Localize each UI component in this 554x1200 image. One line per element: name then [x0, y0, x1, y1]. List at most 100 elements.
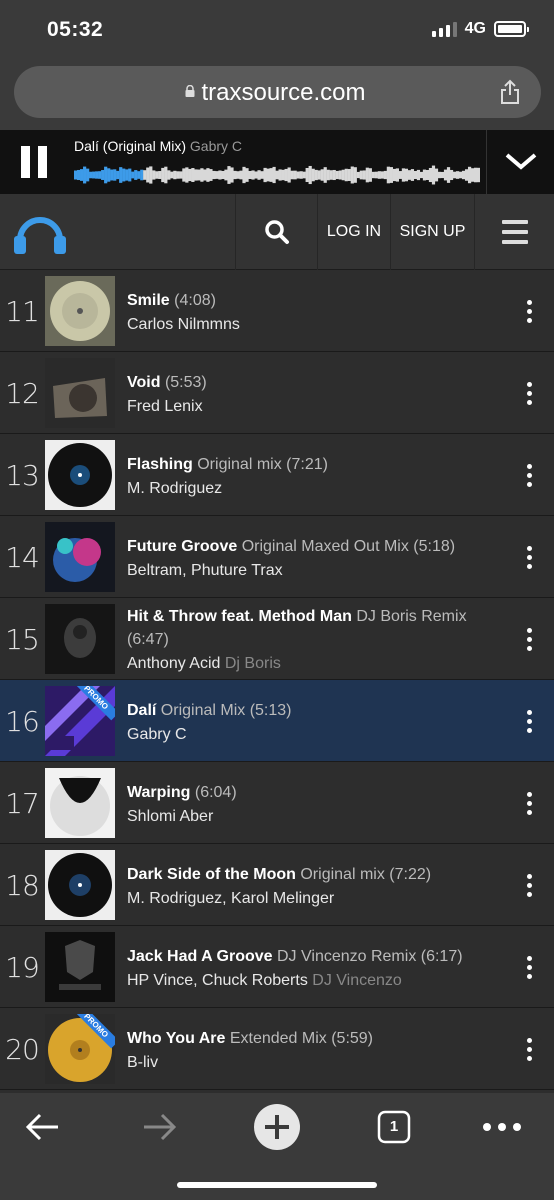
track-title[interactable]: Future Groove [127, 538, 237, 555]
waveform-bar [305, 167, 309, 183]
track-artists[interactable]: Shlomi Aber [127, 808, 213, 825]
track-row[interactable]: 13 Flashing Original mix (7:21) M. Rodri… [0, 434, 554, 516]
track-title[interactable]: Jack Had A Groove [127, 948, 273, 965]
waveform-bar [368, 168, 372, 182]
track-artwork[interactable] [45, 522, 115, 592]
more-vertical-icon[interactable] [514, 926, 544, 1008]
forward-button[interactable] [129, 1105, 189, 1149]
waveform-bar [440, 171, 445, 179]
more-vertical-icon[interactable] [514, 516, 544, 598]
track-artist-line: Carlos Nilmmns [127, 316, 490, 334]
track-remixer[interactable]: Dj Boris [225, 655, 281, 672]
more-vertical-icon[interactable] [514, 434, 544, 516]
waveform-bar [191, 168, 195, 182]
track-title[interactable]: Void [127, 374, 160, 391]
track-text: Warping (6:04) Shlomi Aber [127, 762, 490, 844]
track-row[interactable]: 14 Future Groove Original Maxed Out Mix … [0, 516, 554, 598]
track-row[interactable]: 12 Void (5:53) Fred Lenix [0, 352, 554, 434]
chevron-down-icon [505, 153, 536, 170]
waveform-played-bar [113, 169, 117, 181]
waveform-bar [221, 170, 225, 180]
site-header: LOG IN SIGN UP [0, 194, 554, 270]
track-artist-line: Fred Lenix [127, 398, 490, 416]
track-row[interactable]: 11 Smile (4:08) Carlos Nilmmns [0, 270, 554, 352]
waveform-bar [398, 171, 403, 179]
track-title[interactable]: Smile [127, 292, 170, 309]
waveform-bar [404, 168, 409, 182]
track-artwork[interactable] [45, 850, 115, 920]
track-artists[interactable]: HP Vince, Chuck Roberts [127, 972, 308, 989]
expand-player-button[interactable] [486, 130, 554, 194]
track-title[interactable]: Hit & Throw feat. Method Man [127, 608, 352, 625]
track-row[interactable]: 19 Jack Had A Groove DJ Vincenzo Remix (… [0, 926, 554, 1008]
waveform-played-bar [110, 169, 114, 181]
track-artwork[interactable] [45, 358, 115, 428]
track-artists[interactable]: B-liv [127, 1054, 158, 1071]
more-vertical-icon[interactable] [514, 270, 544, 352]
waveform-played-bar [95, 171, 99, 179]
tabs-button[interactable]: 1 [364, 1105, 424, 1149]
waveform-seekbar[interactable] [74, 162, 480, 188]
track-artist-line: M. Rodriguez [127, 480, 490, 498]
track-row[interactable]: 16 PROMO Dalí Original Mix (5:13) Gabry … [0, 680, 554, 762]
track-title[interactable]: Dark Side of the Moon [127, 866, 296, 883]
waveform-played-bar [89, 171, 93, 179]
track-artwork[interactable]: PROMO [45, 1014, 115, 1084]
track-title[interactable]: Dalí [127, 702, 156, 719]
track-artists[interactable]: Gabry C [127, 726, 187, 743]
back-button[interactable] [13, 1105, 73, 1149]
track-artwork[interactable] [45, 440, 115, 510]
track-row[interactable]: 18 Dark Side of the Moon Original mix (7… [0, 844, 554, 926]
more-options-button[interactable] [472, 1105, 532, 1149]
waveform-bar [374, 171, 378, 179]
track-row[interactable]: 17 Warping (6:04) Shlomi Aber [0, 762, 554, 844]
mini-player: Dalí (Original Mix) Gabry C [0, 130, 554, 194]
track-artwork[interactable] [45, 932, 115, 1002]
track-title-line: Jack Had A Groove DJ Vincenzo Remix (6:1… [127, 945, 490, 968]
track-artists[interactable]: Carlos Nilmmns [127, 316, 240, 333]
track-title[interactable]: Warping [127, 784, 190, 801]
track-artwork[interactable] [45, 768, 115, 838]
more-vertical-icon[interactable] [514, 598, 544, 680]
track-artist-line: Beltram, Phuture Trax [127, 562, 490, 580]
waveform-bar [158, 171, 162, 179]
track-artists[interactable]: Anthony Acid [127, 655, 220, 672]
signup-link[interactable]: SIGN UP [390, 194, 474, 270]
share-icon[interactable] [499, 79, 521, 105]
search-button[interactable] [235, 194, 317, 270]
track-text: Future Groove Original Maxed Out Mix (5:… [127, 516, 490, 598]
waveform-bar [425, 170, 430, 181]
signal-icon [431, 21, 457, 37]
waveform-bar [248, 170, 252, 179]
new-tab-button[interactable] [247, 1104, 307, 1150]
track-remixer[interactable]: DJ Vincenzo [312, 972, 402, 989]
track-title[interactable]: Flashing [127, 456, 193, 473]
more-vertical-icon[interactable] [514, 1008, 544, 1090]
track-artists[interactable]: M. Rodriguez, Karol Melinger [127, 890, 334, 907]
headphones-logo-icon[interactable] [12, 206, 68, 258]
track-artwork[interactable] [45, 604, 115, 674]
waveform-bar [353, 167, 357, 183]
waveform-bar [269, 168, 273, 182]
track-artists[interactable]: Fred Lenix [127, 398, 203, 415]
more-vertical-icon[interactable] [514, 844, 544, 926]
more-vertical-icon[interactable] [514, 762, 544, 844]
track-artwork[interactable] [45, 276, 115, 346]
more-vertical-icon[interactable] [514, 352, 544, 434]
pause-button[interactable] [0, 130, 68, 194]
waveform-bar [275, 170, 279, 180]
menu-button[interactable] [474, 194, 554, 270]
track-title[interactable]: Who You Are [127, 1030, 225, 1047]
track-artists[interactable]: Beltram, Phuture Trax [127, 562, 283, 579]
more-vertical-icon[interactable] [514, 680, 544, 762]
track-artwork[interactable]: PROMO [45, 686, 115, 756]
waveform-bar [389, 167, 393, 183]
search-icon [264, 220, 289, 244]
new-tab-plus-icon [254, 1104, 300, 1150]
track-row[interactable]: 20 PROMO Who You Are Extended Mix (5:59)… [0, 1008, 554, 1090]
address-bar[interactable]: traxsource.com [14, 66, 541, 118]
track-artists[interactable]: M. Rodriguez [127, 480, 222, 497]
track-row[interactable]: 15 Hit & Throw feat. Method Man DJ Boris… [0, 598, 554, 680]
waveform-bar [284, 168, 288, 182]
login-link[interactable]: LOG IN [317, 194, 390, 270]
